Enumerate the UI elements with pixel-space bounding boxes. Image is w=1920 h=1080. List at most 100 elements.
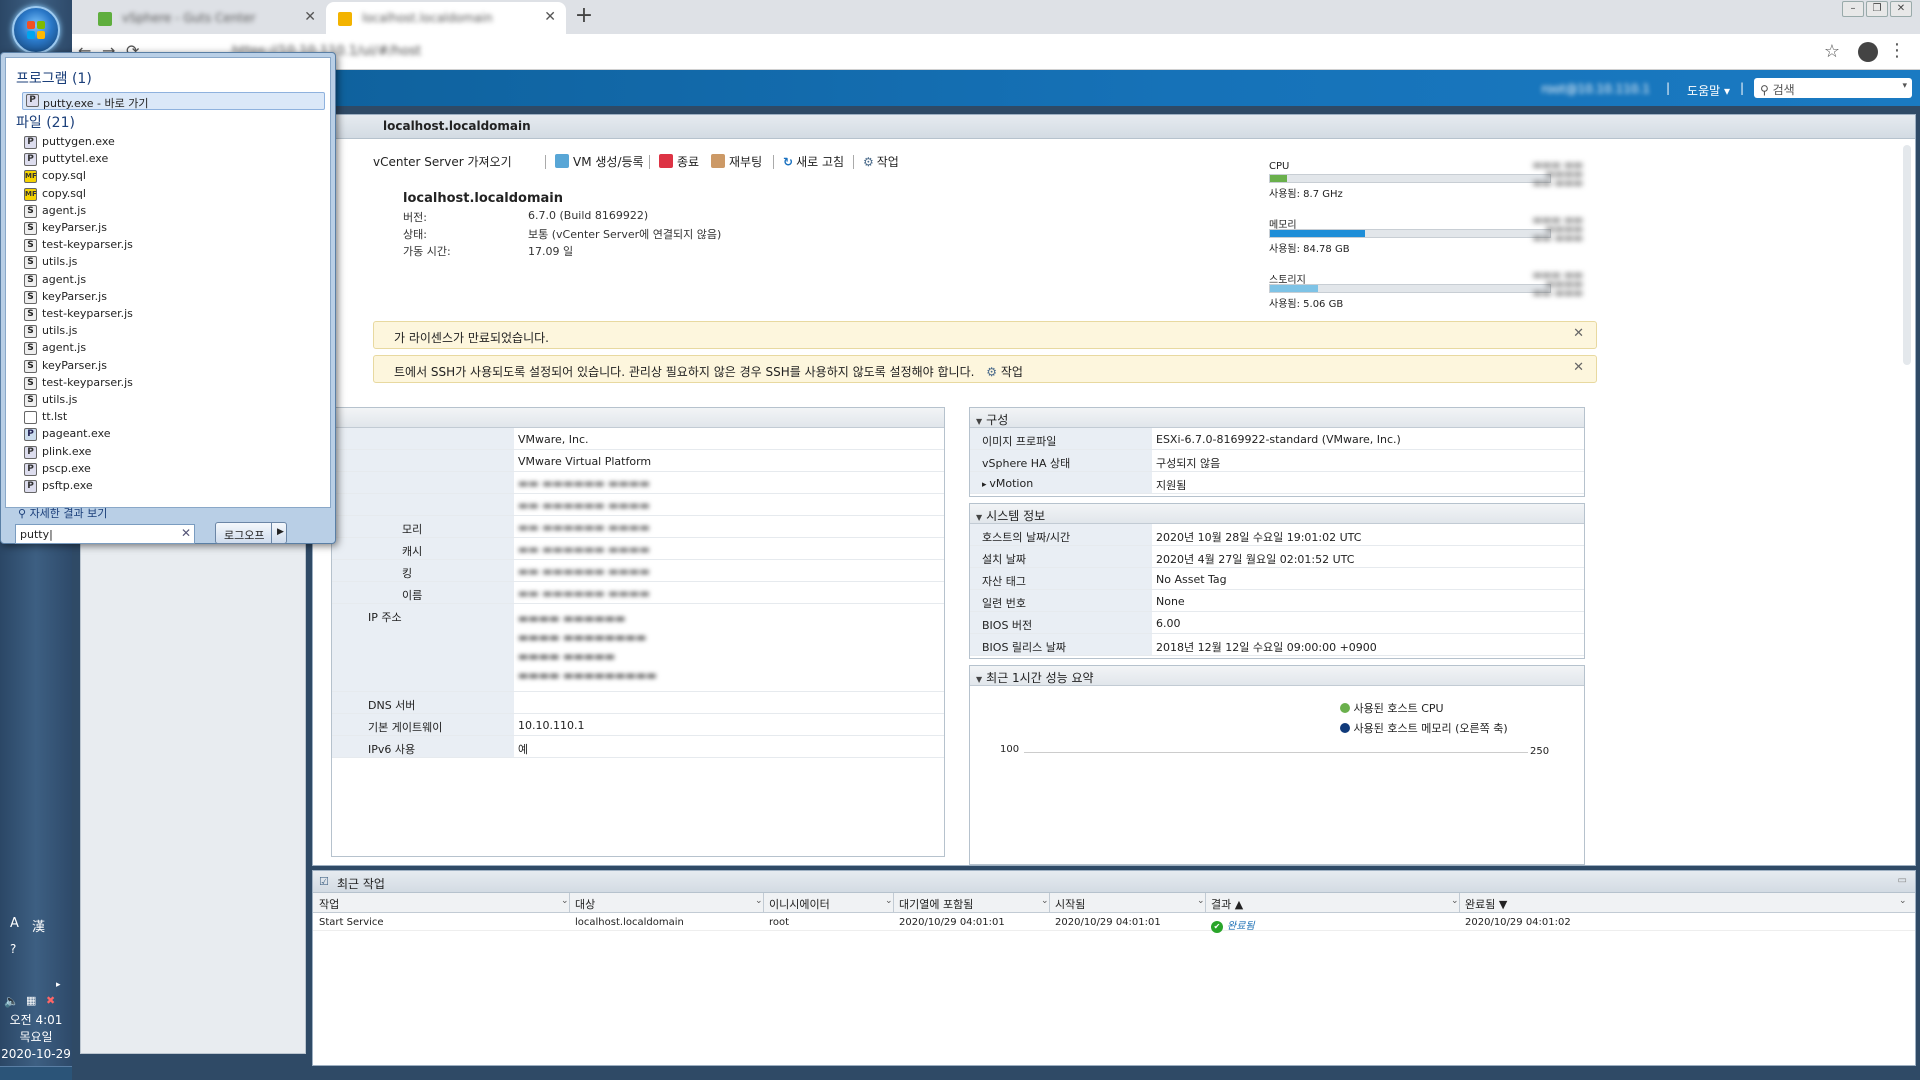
action-center-icon[interactable]: ✖: [46, 994, 55, 1007]
shutdown-options-arrow-icon[interactable]: ▶: [271, 522, 289, 544]
chevron-down-icon[interactable]: ⌄: [1899, 896, 1907, 906]
search-icon: ⚲: [18, 507, 27, 520]
tab-localhost[interactable]: localhost.localdomain ✕: [326, 2, 566, 34]
volume-icon[interactable]: 🔈: [4, 994, 19, 1008]
tray-expand-icon[interactable]: ▸: [56, 980, 61, 990]
clock[interactable]: 오전 4:01 목요일 2020-10-29: [0, 1012, 72, 1063]
file-result-item[interactable]: MF copy.sql: [22, 186, 86, 203]
file-result-item[interactable]: Stest-keyparser.js: [22, 375, 133, 392]
config-panel-header[interactable]: ▼ 구성: [970, 408, 1584, 428]
file-result-item[interactable]: Stest-keyparser.js: [22, 306, 133, 323]
file-result-item[interactable]: Ppsftp.exe: [22, 478, 93, 495]
tasks-column-header[interactable]: 작업: [319, 896, 339, 912]
file-result-item[interactable]: Sutils.js: [22, 254, 77, 271]
help-icon[interactable]: ?: [10, 942, 16, 956]
chevron-down-icon[interactable]: ⌄: [1451, 896, 1459, 906]
hardware-panel-header[interactable]: [332, 408, 944, 428]
start-menu: 프로그램 (1) P putty.exe - 바로 가기 파일 (21) Ppu…: [0, 52, 336, 544]
file-result-item[interactable]: Pputtygen.exe: [22, 134, 115, 151]
file-result-item[interactable]: Sagent.js: [22, 340, 86, 357]
chevron-down-icon[interactable]: ⌄: [885, 896, 893, 906]
shutdown-button[interactable]: 종료: [659, 153, 699, 170]
ime-han[interactable]: 漢: [32, 916, 45, 935]
tab-vsphere[interactable]: vSphere - Guts Center ✕: [86, 2, 326, 34]
file-result-item[interactable]: Sagent.js: [22, 272, 86, 289]
file-result-item[interactable]: Ppageant.exe: [22, 426, 111, 443]
profile-icon[interactable]: [1858, 42, 1878, 62]
tasks-column-header[interactable]: 대상: [575, 896, 595, 912]
file-result-item[interactable]: Sagent.js: [22, 203, 86, 220]
bookmark-star-icon[interactable]: ☆: [1824, 41, 1840, 62]
info-value: 구성되지 않음: [1156, 457, 1221, 470]
actions-button[interactable]: ⚙ 작업: [863, 153, 899, 170]
putty-icon: P: [24, 153, 37, 167]
file-result-item[interactable]: Ppscp.exe: [22, 461, 91, 478]
close-icon[interactable]: ✕: [544, 9, 556, 25]
uptime-label: 가동 시간:: [403, 245, 451, 258]
clear-search-icon[interactable]: ✕: [181, 526, 191, 540]
chevron-down-icon[interactable]: ▾: [1902, 81, 1907, 91]
column-divider: [569, 893, 570, 913]
restore-icon[interactable]: ❐: [1866, 1, 1888, 17]
tasks-column-header[interactable]: 시작됨: [1055, 896, 1085, 912]
show-desktop-button[interactable]: [0, 1066, 72, 1080]
ime-a[interactable]: A: [10, 916, 19, 931]
file-result-label: agent.js: [42, 341, 87, 355]
perf-panel-header[interactable]: ▼ 최근 1시간 성능 요약: [970, 666, 1584, 686]
close-icon[interactable]: ✕: [304, 9, 316, 25]
minimize-icon[interactable]: –: [1842, 1, 1864, 17]
new-tab-button[interactable]: +: [570, 4, 598, 30]
close-icon[interactable]: ✕: [1573, 326, 1584, 341]
more-results-link[interactable]: ⚲ 자세한 결과 보기: [18, 505, 107, 521]
file-result-item[interactable]: SkeyParser.js: [22, 358, 107, 375]
file-result-item[interactable]: Sutils.js: [22, 392, 77, 409]
config-rows: 이미지 프로파일 ESXi-6.7.0-8169922-standard (VMw…: [970, 428, 1584, 494]
file-result-item[interactable]: Pputtytel.exe: [22, 151, 108, 168]
minimize-panel-icon[interactable]: ▭: [1898, 875, 1907, 886]
task-cell-initiator: root: [769, 917, 790, 928]
chevron-down-icon[interactable]: ⌄: [1041, 896, 1049, 906]
start-button[interactable]: [12, 6, 60, 54]
ssh-action-link[interactable]: ⚙ 작업: [986, 365, 1023, 379]
tab-label: vSphere - Guts Center: [122, 11, 256, 25]
version-value: 6.7.0 (Build 8169922): [528, 209, 649, 222]
start-search-input[interactable]: putty|: [15, 524, 195, 544]
tasks-column-header[interactable]: 완료됨 ▼: [1465, 896, 1507, 912]
file-result-item[interactable]: Pplink.exe: [22, 444, 91, 461]
search-input[interactable]: ⚲ 검색 ▾: [1754, 78, 1912, 98]
info-value: No Asset Tag: [1156, 573, 1227, 586]
file-result-item[interactable]: tt.lst: [22, 409, 67, 426]
file-result-item[interactable]: Sutils.js: [22, 323, 77, 340]
file-result-item[interactable]: Stest-keyparser.js: [22, 237, 133, 254]
close-icon[interactable]: ✕: [1573, 360, 1584, 375]
info-label-text: vSphere HA 상태: [982, 457, 1071, 470]
file-result-label: test-keyparser.js: [42, 375, 133, 389]
user-menu[interactable]: root@10.10.110.1: [1541, 82, 1650, 96]
tasks-column-header[interactable]: 결과 ▲: [1211, 896, 1243, 912]
tasks-column-header[interactable]: 이니시에이터: [769, 896, 830, 912]
sysinfo-panel-header[interactable]: ▼ 시스템 정보: [970, 504, 1584, 524]
file-result-item[interactable]: MF copy.sql: [22, 168, 86, 185]
close-window-icon[interactable]: ✕: [1890, 1, 1912, 17]
table-row[interactable]: Start Service localhost.localdomain root 20…: [313, 913, 1915, 933]
chevron-down-icon[interactable]: ⌄: [1197, 896, 1205, 906]
js-icon: S: [24, 239, 37, 253]
menu-icon[interactable]: ⋮: [1888, 40, 1906, 61]
program-item-putty[interactable]: P putty.exe - 바로 가기: [22, 92, 325, 110]
tasks-column-header[interactable]: 대기열에 포함됨: [899, 896, 973, 912]
refresh-button[interactable]: ↻ 새로 고침: [783, 153, 844, 170]
help-menu[interactable]: 도움말 ▾: [1687, 82, 1730, 99]
get-vcenter-button[interactable]: vCenter Server 가져오기: [373, 153, 512, 170]
scrollbar[interactable]: [1903, 145, 1911, 365]
chevron-down-icon[interactable]: ⌄: [561, 896, 569, 906]
file-result-item[interactable]: SkeyParser.js: [22, 289, 107, 306]
chevron-down-icon[interactable]: ⌄: [755, 896, 763, 906]
window-controls: – ❐ ✕: [1840, 0, 1912, 18]
action-label: 재부팅: [729, 155, 763, 169]
reboot-button[interactable]: 재부팅: [711, 153, 762, 170]
storage-used: 사용됨: 5.06 GB: [1269, 299, 1344, 310]
network-icon[interactable]: ▦: [26, 994, 36, 1007]
vm-create-button[interactable]: VM 생성/등록: [555, 153, 644, 170]
ip-values-blurred: ▬▬▬▬ ▬▬▬▬▬▬ ▬▬▬▬ ▬▬▬▬▬▬▬▬ ▬▬▬▬ ▬▬▬▬▬ ▬▬▬▬ ▬…: [518, 612, 657, 682]
file-result-item[interactable]: SkeyParser.js: [22, 220, 107, 237]
